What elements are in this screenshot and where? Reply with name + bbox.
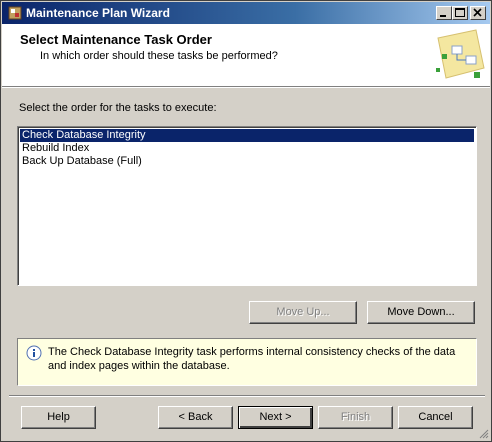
- task-list-item[interactable]: Check Database Integrity: [20, 129, 474, 142]
- finish-button[interactable]: Finish: [318, 406, 393, 429]
- close-button[interactable]: [470, 6, 486, 20]
- header-divider: [2, 87, 490, 88]
- task-order-prompt: Select the order for the tasks to execut…: [19, 102, 217, 114]
- next-button[interactable]: Next >: [238, 406, 313, 429]
- maximize-button[interactable]: [452, 6, 468, 20]
- task-list-item[interactable]: Back Up Database (Full): [20, 155, 474, 168]
- wizard-app-icon: [8, 6, 22, 20]
- back-button[interactable]: < Back: [158, 406, 233, 429]
- footer-divider: [9, 395, 485, 397]
- help-button[interactable]: Help: [21, 406, 96, 429]
- wizard-banner-graphic-icon: [436, 29, 485, 79]
- window-title: Maintenance Plan Wizard: [26, 6, 170, 20]
- resize-grip-icon[interactable]: [477, 427, 489, 439]
- task-description-panel: The Check Database Integrity task perfor…: [17, 338, 477, 386]
- title-bar[interactable]: Maintenance Plan Wizard: [2, 2, 490, 24]
- task-list-item[interactable]: Rebuild Index: [20, 142, 474, 155]
- minimize-icon: [440, 15, 446, 17]
- minimize-button[interactable]: [436, 6, 452, 20]
- task-order-list[interactable]: Check Database Integrity Rebuild Index B…: [17, 126, 477, 286]
- maximize-icon: [455, 8, 465, 17]
- move-down-button[interactable]: Move Down...: [367, 301, 475, 324]
- close-icon: [473, 8, 482, 17]
- cancel-button[interactable]: Cancel: [398, 406, 473, 429]
- page-subtitle: In which order should these tasks be per…: [40, 50, 278, 62]
- wizard-window: Maintenance Plan Wizard Select Maintenan…: [0, 0, 492, 442]
- wizard-header: Select Maintenance Task Order In which o…: [2, 24, 490, 87]
- page-title: Select Maintenance Task Order: [20, 32, 212, 47]
- task-description-text: The Check Database Integrity task perfor…: [48, 346, 456, 372]
- info-icon: [26, 345, 42, 361]
- move-up-button[interactable]: Move Up...: [249, 301, 357, 324]
